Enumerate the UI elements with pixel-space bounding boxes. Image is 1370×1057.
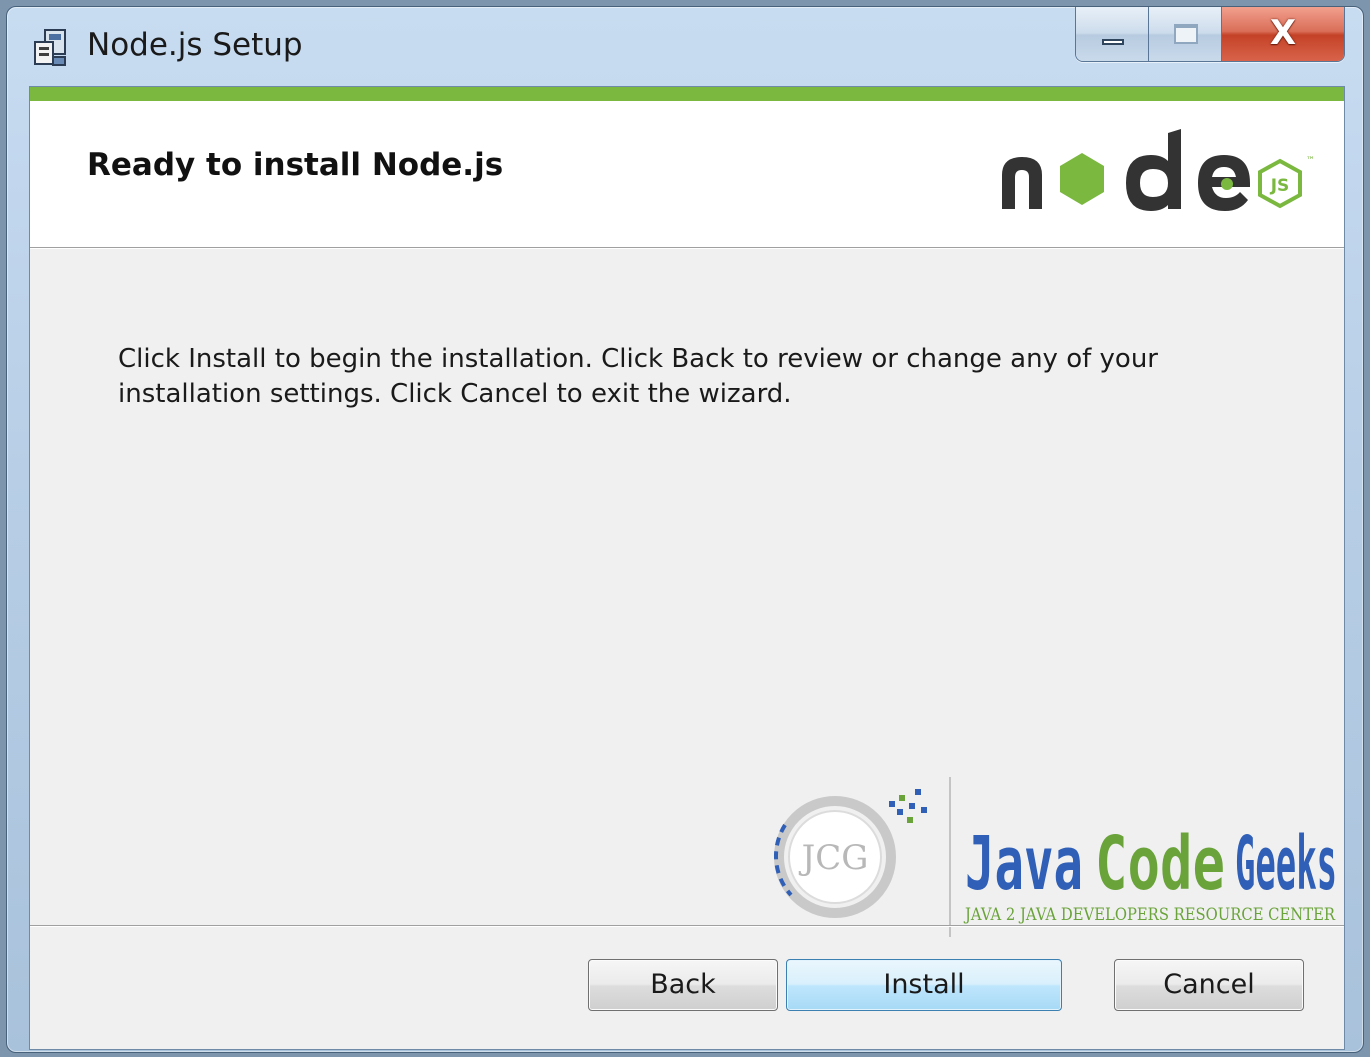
header-banner: Ready to install Node.js JS ™ (30, 87, 1344, 247)
wizard-client-area: Ready to install Node.js JS ™ Click Inst… (29, 86, 1345, 1050)
brand-word-geeks: Geeks (1235, 821, 1337, 907)
minimize-button[interactable] (1076, 7, 1149, 61)
brand-tagline: JAVA 2 JAVA DEVELOPERS RESOURCE CENTER (963, 905, 1336, 925)
brand-word-java: Java (965, 821, 1083, 907)
maximize-button[interactable] (1149, 7, 1222, 61)
title-bar[interactable]: Node.js Setup X (7, 7, 1363, 85)
cancel-button[interactable]: Cancel (1114, 959, 1304, 1011)
installer-icon (34, 29, 66, 66)
brand-word-code: Code (1095, 821, 1225, 907)
page-title: Ready to install Node.js (87, 147, 504, 183)
header-divider (30, 247, 1344, 249)
jcg-badge-text: JCG (799, 838, 869, 878)
logo-badge-text: JS (1270, 176, 1290, 196)
svg-text:™: ™ (1306, 156, 1315, 166)
nodejs-logo: JS ™ (1002, 129, 1315, 211)
window-title: Node.js Setup (87, 27, 303, 63)
install-button[interactable]: Install (786, 959, 1062, 1011)
maximize-icon (1174, 24, 1198, 44)
minimize-icon (1102, 39, 1124, 45)
java-code-geeks-watermark: JCG Java Code Geeks JAVA 2 JAVA DEVELOPE… (773, 777, 1337, 937)
close-icon: X (1269, 13, 1297, 53)
setup-window: Node.js Setup X Ready to install Node.js (6, 6, 1364, 1053)
caption-buttons: X (1075, 7, 1345, 62)
description-text: Click Install to begin the installation.… (118, 344, 1158, 409)
back-button[interactable]: Back (588, 959, 778, 1011)
close-button[interactable]: X (1222, 7, 1344, 61)
footer-divider (30, 925, 1344, 927)
